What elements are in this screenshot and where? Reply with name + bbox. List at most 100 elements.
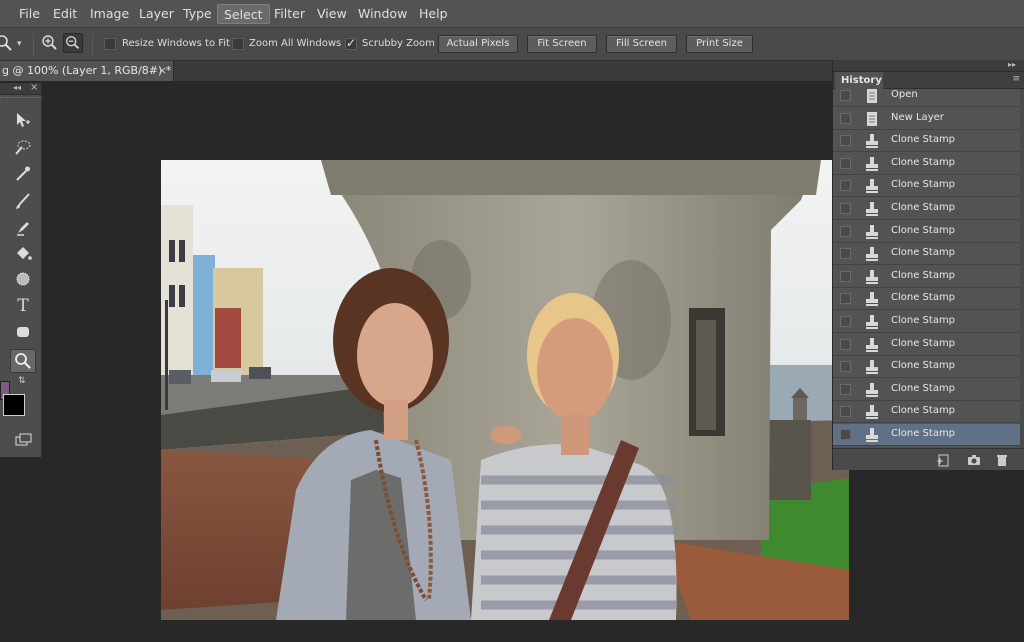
history-row-label: Clone Stamp bbox=[891, 202, 956, 213]
photo-image bbox=[161, 160, 849, 620]
history-snapshot-checkbox[interactable] bbox=[840, 112, 851, 124]
stamp-icon bbox=[864, 314, 880, 330]
history-row[interactable]: Clone Stamp bbox=[833, 130, 1021, 153]
menu-help[interactable]: Help bbox=[417, 4, 450, 24]
shape-tool-icon[interactable] bbox=[10, 321, 36, 345]
document-canvas[interactable] bbox=[161, 160, 849, 620]
history-row[interactable]: Clone Stamp bbox=[833, 356, 1021, 379]
new-document-from-state-icon[interactable] bbox=[935, 452, 951, 468]
type-tool-icon[interactable]: T bbox=[10, 294, 36, 318]
print-size-button[interactable]: Print Size bbox=[686, 35, 753, 53]
history-snapshot-checkbox[interactable] bbox=[840, 90, 851, 101]
history-row[interactable]: Clone Stamp bbox=[833, 153, 1021, 175]
stamp-icon bbox=[864, 269, 880, 285]
history-row[interactable]: Clone Stamp bbox=[833, 379, 1021, 401]
history-panel: ▸▸ History ≡ Open New Layer Clone Stamp Clo… bbox=[832, 60, 1024, 470]
history-row[interactable]: Clone Stamp bbox=[833, 334, 1021, 356]
stamp-icon bbox=[864, 201, 880, 217]
resize-windows-label: Resize Windows to Fit bbox=[122, 38, 230, 49]
history-snapshot-checkbox[interactable] bbox=[840, 361, 851, 373]
stamp-icon bbox=[864, 337, 880, 353]
history-snapshot-checkbox[interactable] bbox=[840, 429, 851, 440]
history-snapshot-checkbox[interactable] bbox=[840, 293, 851, 305]
history-panel-header: ▸▸ bbox=[833, 60, 1024, 72]
trash-icon[interactable] bbox=[994, 452, 1010, 468]
menu-file[interactable]: File bbox=[17, 4, 42, 24]
history-row-label: Clone Stamp bbox=[891, 382, 956, 394]
history-list: Open New Layer Clone Stamp Clone Stamp Clone… bbox=[833, 89, 1021, 506]
history-tab[interactable]: History bbox=[835, 72, 883, 89]
resize-windows-checkbox[interactable] bbox=[104, 38, 116, 50]
zoom-out-icon[interactable] bbox=[63, 33, 83, 53]
document-tab-bar: g @ 100% (Layer 1, RGB/8#) * × bbox=[0, 61, 832, 81]
history-row[interactable]: Clone Stamp bbox=[833, 266, 1021, 288]
fill-screen-button[interactable]: Fill Screen bbox=[606, 35, 677, 53]
preset-dropdown-icon[interactable]: ▾ bbox=[17, 39, 22, 49]
history-snapshot-checkbox[interactable] bbox=[840, 225, 851, 237]
history-tab-row: History ≡ bbox=[833, 72, 1024, 89]
history-row[interactable]: New Layer bbox=[833, 108, 1021, 130]
clone-stamp-icon[interactable] bbox=[10, 216, 36, 240]
history-row-label: Clone Stamp bbox=[891, 337, 956, 349]
history-row[interactable]: Clone Stamp bbox=[833, 401, 1021, 424]
swap-colors-icon[interactable]: ⇅ bbox=[18, 376, 26, 386]
history-snapshot-checkbox[interactable] bbox=[840, 248, 851, 260]
screen-mode-icon[interactable] bbox=[10, 429, 36, 453]
zoom-in-icon[interactable] bbox=[40, 33, 60, 53]
quick-selection-icon[interactable] bbox=[10, 136, 36, 160]
history-row[interactable]: Clone Stamp bbox=[833, 311, 1021, 333]
menu-bar: File Edit Image Layer Type Select Filter… bbox=[0, 0, 1024, 28]
menu-window[interactable]: Window bbox=[356, 4, 409, 24]
history-snapshot-checkbox[interactable] bbox=[840, 383, 851, 395]
panel-collapse-icon[interactable]: ▸▸ bbox=[1008, 60, 1016, 69]
stamp-icon bbox=[864, 156, 880, 172]
burn-tool-icon[interactable] bbox=[10, 268, 36, 292]
stamp-icon bbox=[864, 382, 880, 398]
history-row[interactable]: Clone Stamp bbox=[833, 175, 1021, 198]
menu-select[interactable]: Select bbox=[217, 4, 270, 24]
menu-view[interactable]: View bbox=[315, 4, 349, 24]
history-snapshot-checkbox[interactable] bbox=[840, 406, 851, 418]
history-row-label: Clone Stamp bbox=[891, 269, 956, 281]
history-scrollbar[interactable] bbox=[1020, 89, 1024, 457]
zoom-tool-icon[interactable] bbox=[10, 349, 36, 373]
zoom-all-windows-checkbox[interactable] bbox=[232, 38, 244, 50]
history-row[interactable]: Clone Stamp bbox=[833, 424, 1021, 446]
camera-icon[interactable] bbox=[966, 452, 982, 468]
history-snapshot-checkbox[interactable] bbox=[840, 270, 851, 282]
move-tool-icon[interactable] bbox=[10, 110, 36, 134]
history-snapshot-checkbox[interactable] bbox=[840, 203, 851, 214]
history-snapshot-checkbox[interactable] bbox=[840, 338, 851, 350]
actual-pixels-button[interactable]: Actual Pixels bbox=[438, 35, 518, 53]
history-snapshot-checkbox[interactable] bbox=[840, 180, 851, 192]
eyedropper-icon[interactable] bbox=[10, 162, 36, 186]
menu-edit[interactable]: Edit bbox=[51, 4, 79, 24]
panel-menu-icon[interactable]: ≡ bbox=[1012, 74, 1020, 84]
menu-image[interactable]: Image bbox=[88, 4, 131, 24]
menu-layer[interactable]: Layer bbox=[137, 4, 176, 24]
menu-type[interactable]: Type bbox=[181, 4, 214, 24]
document-tab[interactable]: g @ 100% (Layer 1, RGB/8#) * × bbox=[0, 61, 174, 81]
background-color-swatch[interactable] bbox=[3, 394, 25, 416]
scrubby-zoom-label: Scrubby Zoom bbox=[362, 38, 435, 49]
history-snapshot-checkbox[interactable] bbox=[840, 316, 851, 327]
brush-icon[interactable] bbox=[10, 190, 36, 214]
history-row[interactable]: Clone Stamp bbox=[833, 243, 1021, 266]
history-row[interactable]: Clone Stamp bbox=[833, 288, 1021, 311]
close-tab-icon[interactable]: × bbox=[158, 61, 167, 81]
history-row[interactable]: Open bbox=[833, 89, 1021, 107]
history-row[interactable]: Clone Stamp bbox=[833, 221, 1021, 243]
menu-filter[interactable]: Filter bbox=[272, 4, 307, 24]
scrubby-zoom-checkbox[interactable] bbox=[345, 36, 357, 50]
toolbox-collapse-icon[interactable]: ◂◂ bbox=[13, 83, 21, 92]
history-snapshot-checkbox[interactable] bbox=[840, 157, 851, 169]
stamp-icon bbox=[864, 246, 880, 262]
zoom-tool-preset-icon[interactable] bbox=[0, 33, 14, 53]
toolbox-close-icon[interactable]: × bbox=[30, 82, 38, 93]
history-row[interactable]: Clone Stamp bbox=[833, 198, 1021, 220]
stamp-icon bbox=[864, 224, 880, 240]
history-snapshot-checkbox[interactable] bbox=[840, 135, 851, 147]
history-row-label: Clone Stamp bbox=[891, 315, 956, 326]
paint-bucket-icon[interactable] bbox=[10, 242, 36, 266]
fit-screen-button[interactable]: Fit Screen bbox=[527, 35, 597, 53]
